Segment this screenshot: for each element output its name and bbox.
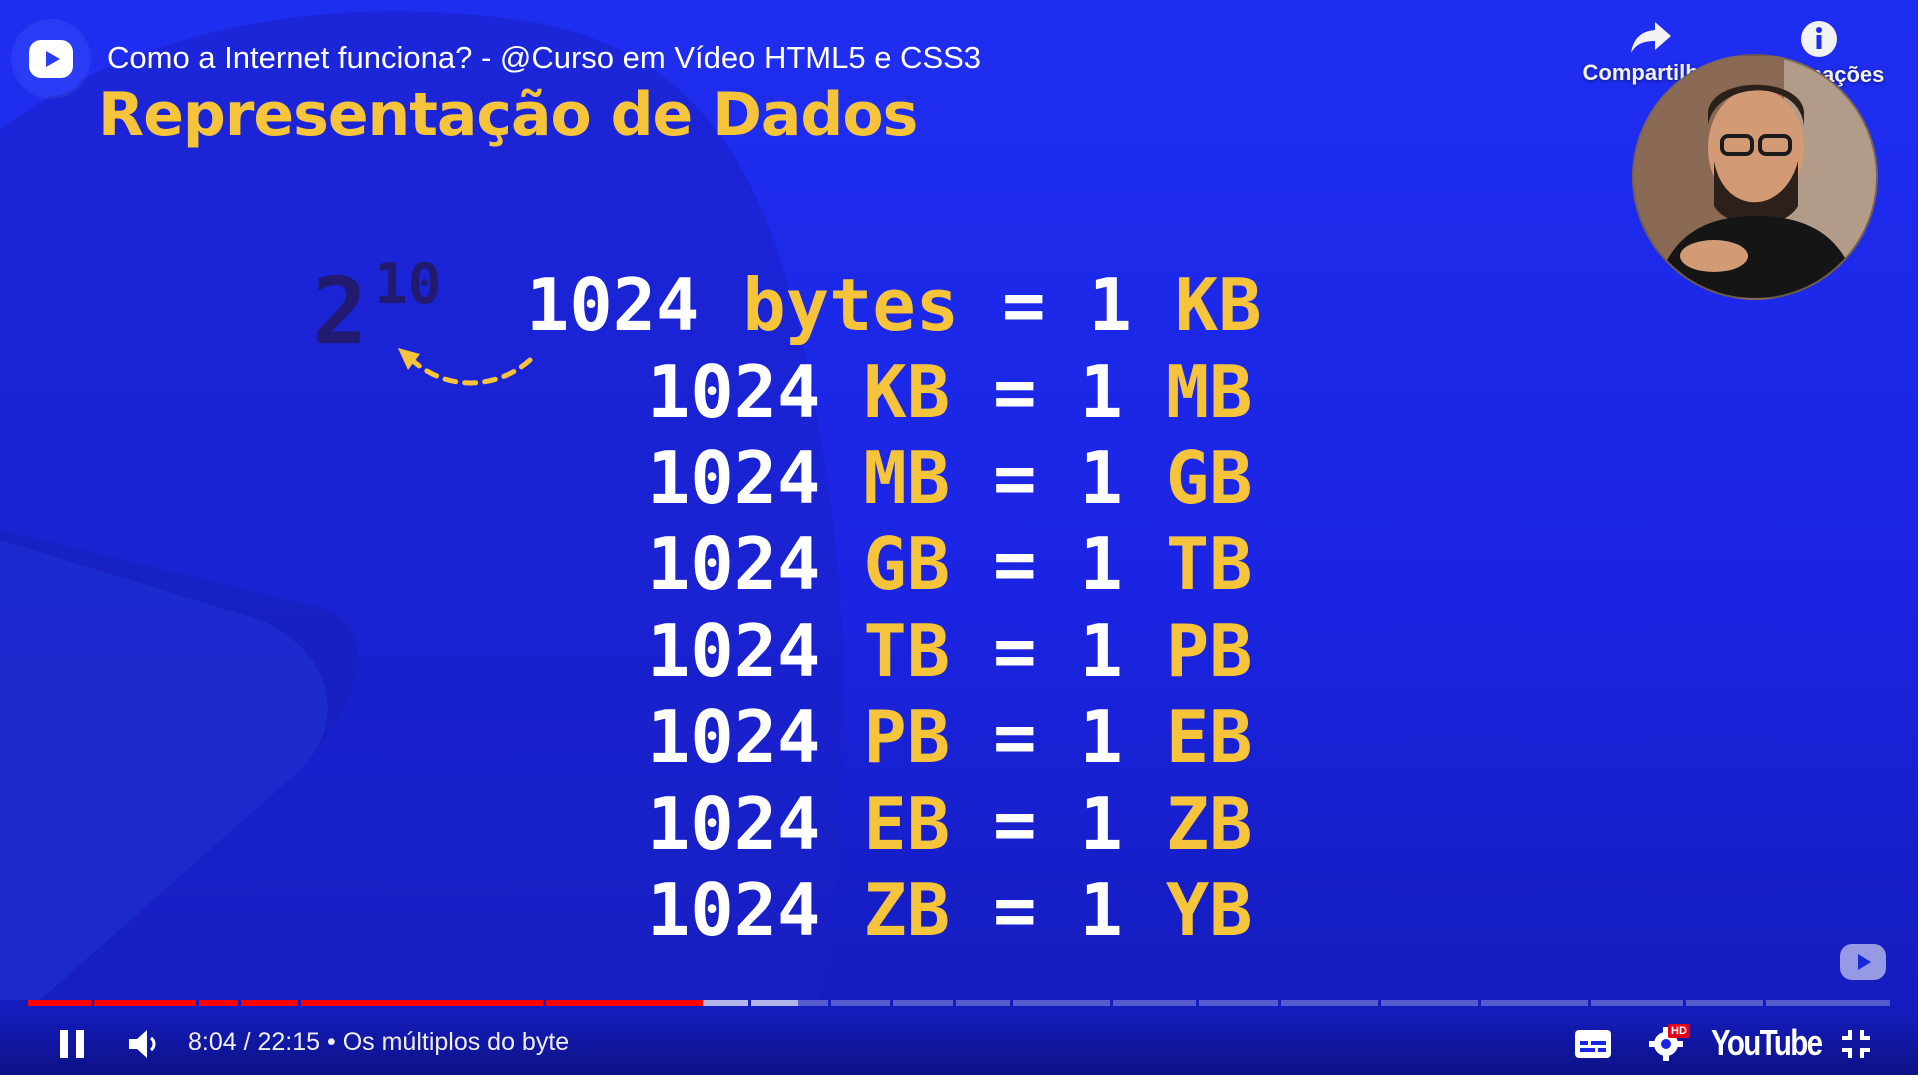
slide-heading: Representação de Dados bbox=[98, 80, 918, 150]
progress-bar[interactable] bbox=[28, 1000, 1890, 1006]
row-from-unit: EB bbox=[863, 782, 951, 866]
conversion-row: 1024 MB = 1 GB bbox=[647, 438, 1253, 518]
progress-segment[interactable] bbox=[893, 1000, 953, 1006]
channel-avatar[interactable] bbox=[14, 22, 88, 96]
row-one: 1 bbox=[1079, 350, 1123, 434]
row-one: 1 bbox=[1079, 782, 1123, 866]
progress-segment[interactable] bbox=[94, 1000, 196, 1006]
power-base: 2 bbox=[312, 258, 368, 365]
volume-button[interactable] bbox=[124, 1024, 164, 1064]
row-equals: = bbox=[993, 350, 1037, 434]
progress-segment[interactable] bbox=[199, 1000, 238, 1006]
info-icon bbox=[1801, 21, 1837, 57]
progress-segment[interactable] bbox=[28, 1000, 91, 1006]
row-equals: = bbox=[993, 522, 1037, 606]
presenter-webcam bbox=[1632, 54, 1878, 300]
presenter-image bbox=[1634, 56, 1876, 298]
row-equals: = bbox=[993, 782, 1037, 866]
conversion-row: 1024 KB = 1 MB bbox=[647, 352, 1253, 432]
row-quantity: 1024 bbox=[647, 609, 821, 693]
row-from-unit: GB bbox=[863, 522, 951, 606]
conversion-row: 1024 GB = 1 TB bbox=[647, 524, 1253, 604]
time-display[interactable]: 8:04 / 22:15 • Os múltiplos do byte bbox=[188, 1028, 569, 1057]
row-quantity: 1024 bbox=[647, 868, 821, 952]
row-one: 1 bbox=[1079, 522, 1123, 606]
subtitles-button[interactable] bbox=[1574, 1024, 1612, 1064]
pause-button[interactable] bbox=[54, 1026, 90, 1062]
row-from-unit: PB bbox=[863, 695, 951, 779]
row-to-unit: MB bbox=[1165, 350, 1253, 434]
share-icon bbox=[1631, 22, 1671, 53]
power-exponent: 10 bbox=[374, 252, 442, 317]
subtitles-icon bbox=[1575, 1030, 1611, 1058]
progress-segment[interactable] bbox=[1281, 1000, 1378, 1006]
row-from-unit: ZB bbox=[863, 868, 951, 952]
progress-segment[interactable] bbox=[1591, 1000, 1683, 1006]
row-to-unit: ZB bbox=[1165, 782, 1253, 866]
channel-watermark-icon[interactable] bbox=[1838, 942, 1888, 982]
row-equals: = bbox=[1002, 263, 1046, 347]
video-title[interactable]: Como a Internet funciona? - @Curso em Ví… bbox=[107, 40, 981, 76]
play-logo-icon bbox=[29, 40, 73, 78]
power-of-two: 2 10 bbox=[312, 252, 441, 365]
progress-segment[interactable] bbox=[1766, 1000, 1890, 1006]
progress-segment[interactable] bbox=[1013, 1000, 1110, 1006]
row-equals: = bbox=[993, 436, 1037, 520]
progress-segment[interactable] bbox=[751, 1000, 798, 1006]
row-from-unit: TB bbox=[863, 609, 951, 693]
row-quantity: 1024 bbox=[647, 436, 821, 520]
row-equals: = bbox=[993, 695, 1037, 779]
row-equals: = bbox=[993, 609, 1037, 693]
row-from-unit: bytes bbox=[742, 263, 960, 347]
progress-segment[interactable] bbox=[301, 1000, 543, 1006]
progress-segment[interactable] bbox=[831, 1000, 890, 1006]
row-quantity: 1024 bbox=[647, 350, 821, 434]
progress-segment[interactable] bbox=[1686, 1000, 1763, 1006]
settings-button[interactable]: HD bbox=[1642, 1022, 1690, 1066]
conversion-row: 1024 bytes = 1 KB bbox=[526, 265, 1262, 345]
exit-fullscreen-icon bbox=[1842, 1030, 1870, 1058]
row-one: 1 bbox=[1079, 868, 1123, 952]
row-to-unit: TB bbox=[1165, 522, 1253, 606]
row-to-unit: YB bbox=[1165, 868, 1253, 952]
row-one: 1 bbox=[1079, 695, 1123, 779]
row-to-unit: GB bbox=[1165, 436, 1253, 520]
row-quantity: 1024 bbox=[647, 522, 821, 606]
row-to-unit: PB bbox=[1165, 609, 1253, 693]
row-to-unit: KB bbox=[1174, 263, 1262, 347]
progress-segment[interactable] bbox=[546, 1000, 704, 1006]
row-quantity: 1024 bbox=[526, 263, 700, 347]
row-from-unit: KB bbox=[863, 350, 951, 434]
conversion-row: 1024 PB = 1 EB bbox=[647, 697, 1253, 777]
conversion-row: 1024 EB = 1 ZB bbox=[647, 784, 1253, 864]
row-quantity: 1024 bbox=[647, 782, 821, 866]
progress-segment[interactable] bbox=[1113, 1000, 1196, 1006]
progress-segment[interactable] bbox=[1481, 1000, 1588, 1006]
row-one: 1 bbox=[1088, 263, 1132, 347]
progress-segment[interactable] bbox=[956, 1000, 1010, 1006]
pause-icon bbox=[60, 1030, 84, 1058]
youtube-logo[interactable]: YouTube bbox=[1711, 1022, 1823, 1064]
volume-icon bbox=[129, 1030, 156, 1058]
row-one: 1 bbox=[1079, 436, 1123, 520]
row-quantity: 1024 bbox=[647, 695, 821, 779]
curved-arrow-icon bbox=[398, 348, 533, 386]
row-from-unit: MB bbox=[863, 436, 951, 520]
row-one: 1 bbox=[1079, 609, 1123, 693]
row-equals: = bbox=[993, 868, 1037, 952]
row-to-unit: EB bbox=[1165, 695, 1253, 779]
exit-fullscreen-button[interactable] bbox=[1836, 1024, 1876, 1064]
progress-segment[interactable] bbox=[241, 1000, 298, 1006]
progress-segment[interactable] bbox=[1199, 1000, 1278, 1006]
hd-badge: HD bbox=[1668, 1024, 1690, 1038]
video-player[interactable]: Como a Internet funciona? - @Curso em Ví… bbox=[0, 0, 1918, 1075]
conversion-row: 1024 TB = 1 PB bbox=[647, 611, 1253, 691]
progress-segment[interactable] bbox=[1381, 1000, 1478, 1006]
conversion-row: 1024 ZB = 1 YB bbox=[647, 870, 1253, 950]
